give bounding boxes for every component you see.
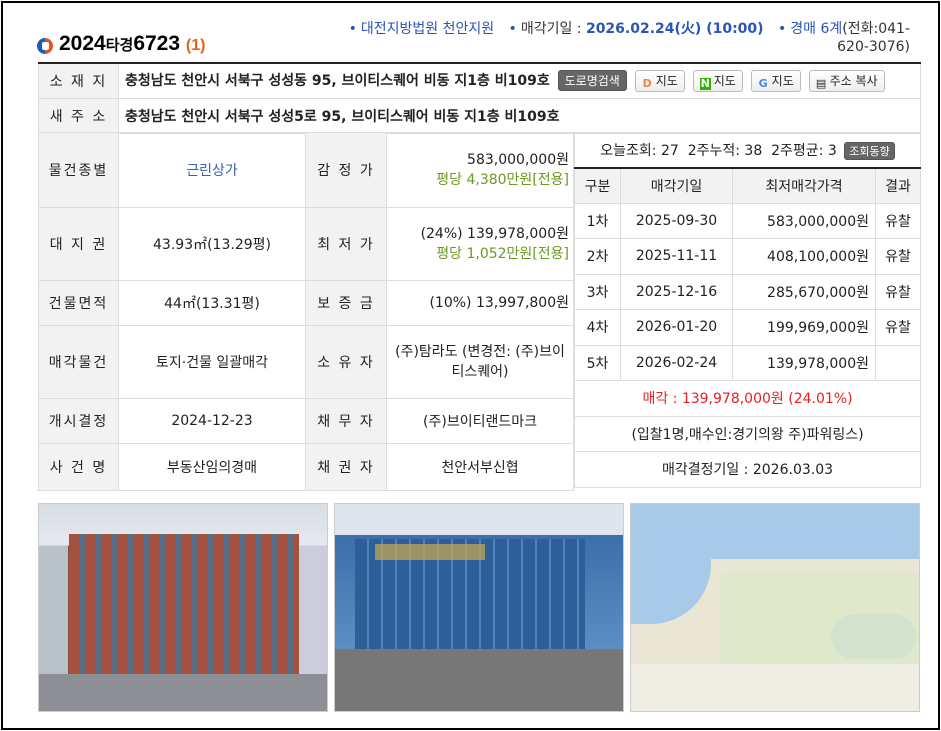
history-row: 4차 2026-01-20 199,969,000원 유찰 — [574, 309, 921, 346]
sale-object-label: 매각물건 — [38, 325, 119, 399]
appraisal-label: 감 정 가 — [305, 132, 387, 208]
logo-icon — [37, 38, 53, 54]
decision-date: 매각결정기일 : 2026.03.03 — [574, 451, 921, 488]
details-table: 물건종별 근린상가 감 정 가 583,000,000원 평당 4,380만원[전용] … — [38, 132, 574, 491]
daum-icon: D — [642, 76, 652, 90]
daum-map-button[interactable]: D 지도 — [634, 69, 685, 92]
start-label: 개시결정 — [38, 398, 119, 444]
new-address-label: 새 주 소 — [38, 97, 119, 134]
view-trend-button[interactable]: 조회동향 — [844, 142, 895, 160]
building-label: 건물면적 — [38, 280, 119, 326]
court-name[interactable]: 대전지방법원 천안지원 — [361, 21, 494, 37]
creditor-value: 천안서부신협 — [386, 443, 574, 491]
min-price-label: 최 저 가 — [305, 207, 387, 281]
case-name-value: 부동산임의경매 — [118, 443, 306, 491]
history-row: 3차 2025-12-16 285,670,000원 유찰 — [574, 273, 921, 310]
google-map-button[interactable]: G 지도 — [750, 69, 801, 92]
land-label: 대 지 권 — [38, 207, 119, 281]
land-value: 43.93㎡(13.29평) — [118, 207, 306, 281]
debtor-label: 채 무 자 — [305, 398, 387, 444]
address-value: 충청남도 천안시 서북구 성성동 95, 브이티스퀘어 비동 지1층 비109호 — [125, 72, 550, 89]
case-number: 2024타경6723 (1) — [59, 32, 206, 55]
sale-history-table: 오늘조회: 27 2주누적: 38 2주평균: 3 조회동향 구분 매각기일 최저매… — [574, 132, 921, 488]
view-stats: 오늘조회: 27 2주누적: 38 2주평균: 3 조회동향 — [574, 132, 921, 169]
case-info: • 대전지방법원 천안지원 • 매각기일 : 2026.02.24(火) (10:0… — [348, 21, 910, 55]
deposit-value: (10%) 13,997,800원 — [386, 280, 574, 326]
col-min-price: 최저매각가격 — [732, 167, 876, 204]
history-row: 2차 2025-11-11 408,100,000원 유찰 — [574, 238, 921, 275]
bidder-info: (입찰1명,매수인:경기의왕 주)파워링스) — [574, 415, 921, 452]
copy-address-button[interactable]: ▤ 주소 복사 — [808, 69, 885, 92]
col-result: 결과 — [875, 167, 921, 204]
building-value: 44㎡(13.31평) — [118, 280, 306, 326]
col-date: 매각기일 — [620, 167, 733, 204]
type-value: 근린상가 — [118, 132, 306, 208]
history-row-current: 5차 2026-02-24 139,978,000원 — [574, 344, 921, 381]
address-label: 소 재 지 — [38, 62, 119, 99]
min-price-value: (24%) 139,978,000원 평당 1,052만원[전용] — [386, 207, 574, 281]
sale-date: 2026.02.24(火) (10:00) — [585, 21, 764, 37]
case-name-label: 사 건 명 — [38, 443, 119, 491]
debtor-value: (주)브이티랜드마크 — [386, 398, 574, 444]
sale-object-value: 토지·건물 일괄매각 — [118, 325, 306, 399]
type-label: 물건종별 — [38, 132, 119, 208]
google-icon: G — [758, 76, 768, 90]
owner-value: (주)탐라도 (변경전: (주)브이티스퀘어) — [386, 325, 574, 399]
building-photo-1[interactable] — [38, 503, 328, 712]
copy-icon: ▤ — [815, 76, 827, 90]
appraisal-value: 583,000,000원 평당 4,380만원[전용] — [386, 132, 574, 208]
new-address-value: 충청남도 천안시 서북구 성성5로 95, 브이티스퀘어 비동 지1층 비109… — [118, 97, 921, 134]
creditor-label: 채 권 자 — [305, 443, 387, 491]
naver-map-button[interactable]: N 지도 — [692, 69, 743, 92]
road-search-button[interactable]: 도로명검색 — [557, 70, 627, 92]
history-row: 1차 2025-09-30 583,000,000원 유찰 — [574, 202, 921, 239]
sold-result: 매각 : 139,978,000원 (24.01%) — [574, 380, 921, 417]
start-value: 2024-12-23 — [118, 398, 306, 444]
address-table: 소 재 지 충청남도 천안시 서북구 성성동 95, 브이티스퀘어 비동 지1층… — [38, 62, 921, 134]
building-photo-2[interactable] — [334, 503, 624, 712]
naver-icon: N — [699, 76, 711, 90]
owner-label: 소 유 자 — [305, 325, 387, 399]
location-map[interactable] — [630, 503, 920, 712]
deposit-label: 보 증 금 — [305, 280, 387, 326]
court-dept[interactable]: 경매 6계 — [790, 21, 842, 37]
col-round: 구분 — [574, 167, 621, 204]
